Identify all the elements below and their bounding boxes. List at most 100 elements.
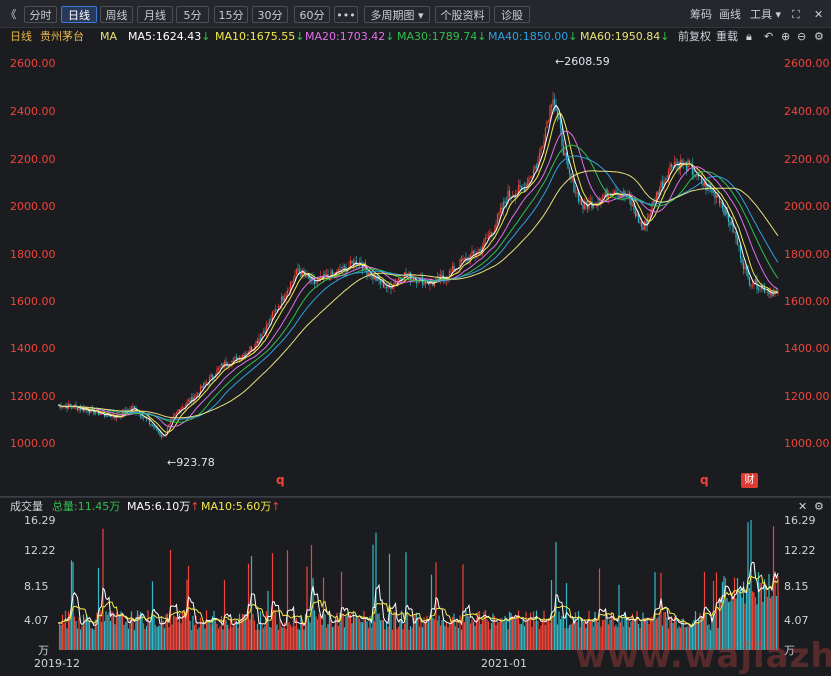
kline-chart[interactable] xyxy=(0,0,831,674)
price-tick-left: 2400.00 xyxy=(10,105,56,118)
volume-bar xyxy=(507,629,509,650)
candle-body xyxy=(153,425,155,428)
volume-bar xyxy=(108,612,110,650)
candle-body xyxy=(94,412,97,414)
volume-ma10: MA10:5.60万↑ xyxy=(201,500,281,513)
close-volume-icon[interactable]: ✕ xyxy=(798,499,807,515)
volume-bar xyxy=(126,621,128,650)
volume-bar xyxy=(327,624,329,650)
volume-bar xyxy=(145,626,148,650)
candle-body xyxy=(243,354,245,357)
volume-bar xyxy=(273,610,275,650)
volume-bar xyxy=(130,611,133,650)
volume-bar xyxy=(469,623,472,650)
volume-bar xyxy=(205,610,208,650)
volume-bar xyxy=(289,624,292,650)
volume-bar xyxy=(492,613,494,650)
volume-tick-left: 万 xyxy=(38,644,49,657)
volume-bar xyxy=(291,626,293,650)
candle-body xyxy=(426,283,428,284)
candle-body xyxy=(256,341,259,344)
price-tick-right: 1400.00 xyxy=(784,342,830,355)
volume-bar xyxy=(384,629,386,650)
candle-body xyxy=(220,363,223,367)
volume-bar xyxy=(226,624,229,650)
volume-bar xyxy=(370,627,373,650)
candle-body xyxy=(162,435,164,437)
volume-bar xyxy=(438,615,440,650)
volume-bar xyxy=(261,625,263,650)
candle-body xyxy=(757,288,760,290)
event-marker[interactable]: q xyxy=(276,473,285,487)
volume-bar xyxy=(552,615,554,650)
candle-body xyxy=(379,280,382,284)
volume-bar xyxy=(460,629,463,650)
volume-bar xyxy=(348,612,350,650)
volume-bar xyxy=(207,619,209,650)
volume-bar xyxy=(447,627,449,650)
volume-bar xyxy=(238,613,241,650)
volume-bar xyxy=(192,615,194,650)
finance-badge[interactable]: 财 xyxy=(741,473,758,488)
candle-body xyxy=(210,374,212,377)
volume-bar xyxy=(454,626,457,650)
volume-bar xyxy=(318,614,320,650)
event-marker[interactable]: q xyxy=(700,473,709,487)
volume-bar xyxy=(162,620,164,650)
volume-bar xyxy=(571,622,574,650)
candle-body xyxy=(742,262,745,269)
volume-bar xyxy=(196,629,199,650)
candle-body xyxy=(262,331,265,334)
candle-body xyxy=(736,237,739,246)
candle-body xyxy=(292,279,295,282)
volume-bar xyxy=(115,612,118,650)
volume-bar xyxy=(172,615,175,650)
candle-body xyxy=(568,168,571,174)
candle-body xyxy=(159,432,161,436)
candle-body xyxy=(99,413,101,415)
candle-body xyxy=(544,127,547,142)
volume-settings-icon[interactable]: ⚙ xyxy=(814,499,824,515)
volume-bar xyxy=(93,629,95,650)
volume-bar xyxy=(346,614,349,650)
volume-bar xyxy=(118,614,121,650)
candle-body xyxy=(528,178,530,185)
volume-bar xyxy=(66,628,68,650)
candle-body xyxy=(367,273,370,275)
candle-body xyxy=(394,282,397,284)
candle-body xyxy=(100,413,103,415)
candle-body xyxy=(711,188,713,193)
volume-bar xyxy=(121,613,124,650)
candle-body xyxy=(561,128,563,146)
volume-bar xyxy=(174,616,176,650)
price-tick-right: 2400.00 xyxy=(784,105,830,118)
candle-body xyxy=(660,182,662,189)
low-annotation: ←923.78 xyxy=(167,456,215,469)
candle-body xyxy=(613,191,616,193)
price-tick-right: 1800.00 xyxy=(784,248,830,261)
volume-bar xyxy=(63,623,65,650)
candle-body xyxy=(175,411,178,414)
volume-ma5: MA5:6.10万↑ xyxy=(127,500,200,513)
volume-bar xyxy=(462,564,464,650)
volume-bar xyxy=(148,621,151,650)
volume-bar xyxy=(558,611,560,650)
candle-body xyxy=(738,245,740,247)
candle-body xyxy=(538,152,541,161)
candle-body xyxy=(399,278,401,280)
volume-bar xyxy=(354,617,356,650)
candle-body xyxy=(582,204,584,209)
candle-body xyxy=(258,338,260,344)
volume-bar xyxy=(405,552,407,650)
candle-body xyxy=(186,401,188,405)
volume-bar xyxy=(132,619,134,650)
volume-bar xyxy=(565,583,568,650)
volume-bar xyxy=(564,628,566,650)
volume-bar xyxy=(250,556,253,650)
candle-body xyxy=(282,296,284,301)
candle-body xyxy=(612,192,614,194)
candle-body xyxy=(472,250,475,254)
volume-bar xyxy=(538,628,541,650)
candle-body xyxy=(69,403,71,406)
volume-bar xyxy=(306,566,308,650)
